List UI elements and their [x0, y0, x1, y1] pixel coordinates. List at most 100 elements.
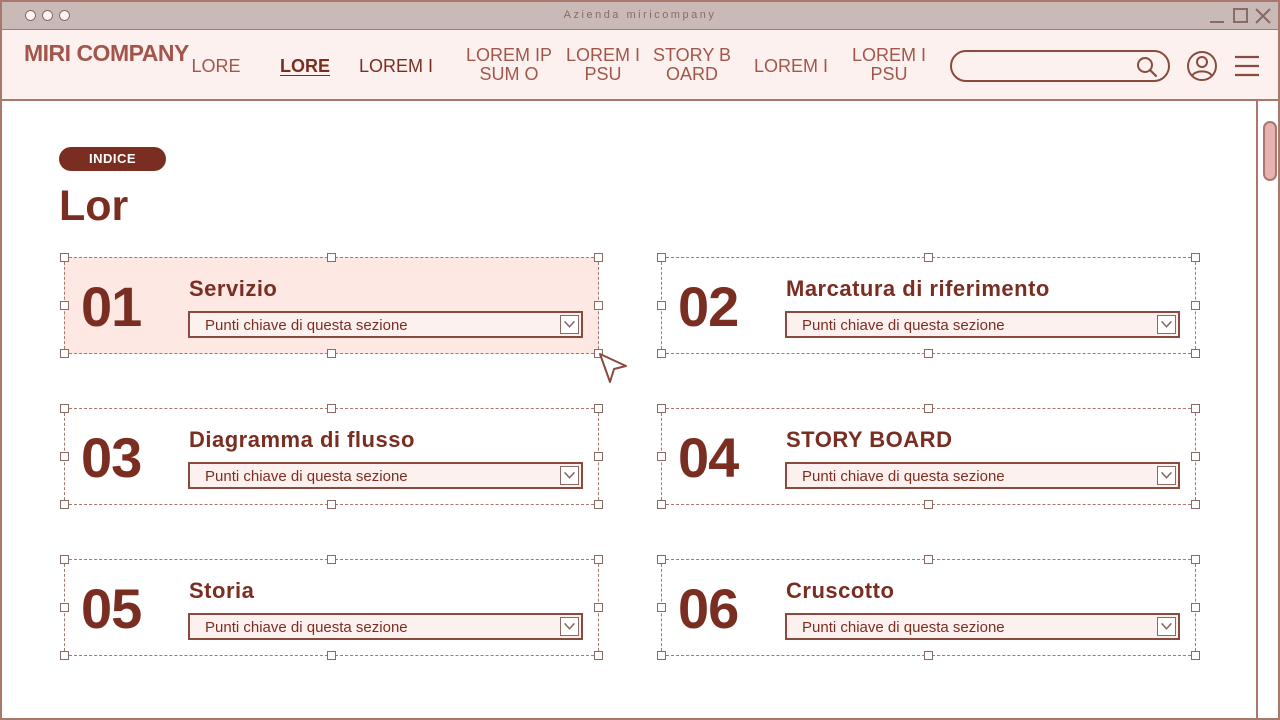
resize-handle[interactable]: [594, 253, 603, 262]
hamburger-menu-icon[interactable]: [1234, 54, 1260, 78]
resize-handle[interactable]: [657, 555, 666, 564]
resize-handle[interactable]: [60, 555, 69, 564]
resize-handle[interactable]: [594, 452, 603, 461]
nav-item-lorem-ipsu[interactable]: LOREM IPSU: [564, 46, 642, 84]
resize-handle[interactable]: [924, 349, 933, 358]
resize-handle[interactable]: [1191, 349, 1200, 358]
user-icon[interactable]: [1186, 50, 1218, 82]
resize-handle[interactable]: [327, 651, 336, 660]
nav-item-lorem-i-2[interactable]: LOREM I: [750, 57, 832, 76]
resize-handle[interactable]: [594, 301, 603, 310]
resize-handle[interactable]: [327, 555, 336, 564]
index-card-01[interactable]: 01 Servizio Punti chiave di questa sezio…: [60, 253, 603, 358]
resize-handle[interactable]: [924, 555, 933, 564]
chevron-down-icon[interactable]: [560, 315, 579, 334]
index-card-04[interactable]: 04 STORY BOARD Punti chiave di questa se…: [657, 404, 1200, 509]
key-points-dropdown[interactable]: Punti chiave di questa sezione: [785, 613, 1180, 640]
resize-handle[interactable]: [327, 500, 336, 509]
chevron-down-icon[interactable]: [1157, 617, 1176, 636]
resize-handle[interactable]: [1191, 253, 1200, 262]
vertical-scrollbar[interactable]: [1256, 101, 1278, 718]
chevron-down-icon[interactable]: [560, 617, 579, 636]
index-card-02[interactable]: 02 Marcatura di riferimento Punti chiave…: [657, 253, 1200, 358]
nav-item-lorem-i[interactable]: LOREM I: [352, 57, 440, 76]
resize-handle[interactable]: [594, 404, 603, 413]
resize-handle[interactable]: [60, 253, 69, 262]
key-points-dropdown[interactable]: Punti chiave di questa sezione: [188, 462, 583, 489]
card-title: STORY BOARD: [786, 427, 953, 452]
close-icon[interactable]: [1254, 7, 1272, 25]
nav-item-story-board[interactable]: STORY BOARD: [650, 46, 734, 84]
resize-handle[interactable]: [327, 253, 336, 262]
resize-handle[interactable]: [60, 603, 69, 612]
minimize-icon[interactable]: [1208, 7, 1226, 25]
brand-logo[interactable]: MIRI COMPANY: [24, 42, 189, 65]
resize-handle[interactable]: [924, 253, 933, 262]
site-header: MIRI COMPANY LORE LORE LOREM I LOREM IPS…: [2, 30, 1278, 101]
nav-item-lorem-ipsum-o[interactable]: LOREM IPSUM O: [460, 46, 558, 84]
resize-handle[interactable]: [1191, 452, 1200, 461]
nav-item-lore[interactable]: LORE: [188, 57, 244, 76]
scrollbar-thumb[interactable]: [1263, 121, 1277, 181]
resize-handle[interactable]: [1191, 500, 1200, 509]
nav-item-lore-active[interactable]: LORE: [276, 57, 334, 76]
resize-handle[interactable]: [594, 651, 603, 660]
resize-handle[interactable]: [1191, 651, 1200, 660]
index-card-03[interactable]: 03 Diagramma di flusso Punti chiave di q…: [60, 404, 603, 509]
key-points-dropdown[interactable]: Punti chiave di questa sezione: [188, 311, 583, 338]
resize-handle[interactable]: [657, 404, 666, 413]
window-title: Azienda miricompany: [563, 9, 717, 21]
resize-handle[interactable]: [60, 452, 69, 461]
key-points-dropdown[interactable]: Punti chiave di questa sezione: [188, 613, 583, 640]
resize-handle[interactable]: [924, 500, 933, 509]
card-title: Cruscotto: [786, 578, 895, 603]
resize-handle[interactable]: [657, 301, 666, 310]
resize-handle[interactable]: [327, 404, 336, 413]
resize-handle[interactable]: [657, 349, 666, 358]
card-number: 03: [81, 426, 142, 489]
resize-handle[interactable]: [1191, 603, 1200, 612]
resize-handle[interactable]: [924, 404, 933, 413]
chevron-down-icon[interactable]: [560, 466, 579, 485]
card-number: 01: [81, 275, 142, 338]
resize-handle[interactable]: [60, 500, 69, 509]
resize-handle[interactable]: [594, 555, 603, 564]
key-points-dropdown[interactable]: Punti chiave di questa sezione: [785, 462, 1180, 489]
resize-handle[interactable]: [594, 603, 603, 612]
card-number: 06: [678, 577, 739, 640]
maximize-icon[interactable]: [1232, 7, 1250, 25]
card-number: 02: [678, 275, 739, 338]
resize-handle[interactable]: [1191, 404, 1200, 413]
resize-handle[interactable]: [657, 651, 666, 660]
card-title: Servizio: [189, 276, 278, 301]
index-card-06[interactable]: 06 Cruscotto Punti chiave di questa sezi…: [657, 555, 1200, 660]
app-window: Azienda miricompany MIRI COMPANY LORE LO…: [0, 0, 1280, 720]
dropdown-label: Punti chiave di questa sezione: [802, 317, 1005, 334]
resize-handle[interactable]: [924, 651, 933, 660]
section-badge: INDICE: [59, 147, 166, 171]
resize-handle[interactable]: [60, 651, 69, 660]
resize-handle[interactable]: [657, 603, 666, 612]
search-input[interactable]: [964, 56, 1134, 76]
nav-item-lorem-ipsu-2[interactable]: LOREM IPSU: [850, 46, 928, 84]
card-title: Marcatura di riferimento: [786, 276, 1050, 301]
resize-handle[interactable]: [594, 500, 603, 509]
search-box[interactable]: [950, 50, 1170, 82]
chevron-down-icon[interactable]: [1157, 315, 1176, 334]
resize-handle[interactable]: [1191, 555, 1200, 564]
search-icon[interactable]: [1136, 56, 1158, 78]
resize-handle[interactable]: [327, 349, 336, 358]
resize-handle[interactable]: [60, 349, 69, 358]
resize-handle[interactable]: [657, 253, 666, 262]
resize-handle[interactable]: [1191, 301, 1200, 310]
chevron-down-icon[interactable]: [1157, 466, 1176, 485]
title-bar: Azienda miricompany: [2, 2, 1278, 30]
dropdown-label: Punti chiave di questa sezione: [205, 317, 408, 334]
index-card-05[interactable]: 05 Storia Punti chiave di questa sezione: [60, 555, 603, 660]
resize-handle[interactable]: [60, 301, 69, 310]
key-points-dropdown[interactable]: Punti chiave di questa sezione: [785, 311, 1180, 338]
resize-handle[interactable]: [657, 500, 666, 509]
page-title: Lor: [59, 182, 129, 230]
resize-handle[interactable]: [60, 404, 69, 413]
resize-handle[interactable]: [657, 452, 666, 461]
